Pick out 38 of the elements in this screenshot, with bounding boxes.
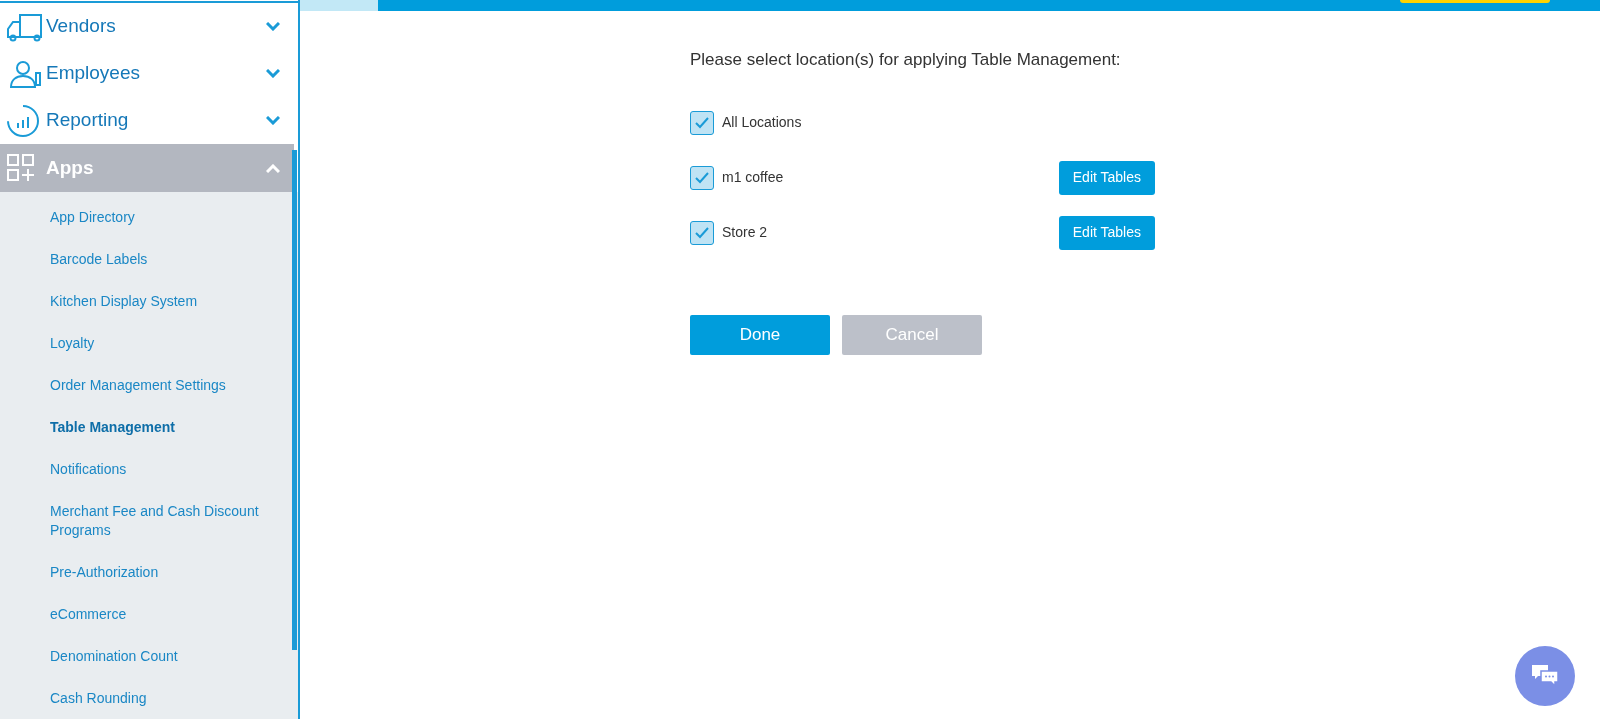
check-icon [695,171,709,184]
nav-item[interactable]: Reporting [0,97,294,144]
chevron-down-icon [266,22,280,31]
subnav-item[interactable]: Cash Rounding [0,677,294,719]
location-label: m1 coffee [722,168,785,187]
location-label: Store 2 [722,223,769,242]
apps-icon [6,153,36,183]
subnav-item[interactable]: Denomination Count [0,635,294,677]
checkbox[interactable] [690,110,714,135]
check-icon [695,226,709,239]
checkbox[interactable] [690,220,714,245]
chevron-up-icon [266,163,280,173]
subnav-item[interactable]: App Directory [0,196,294,238]
edit-tables-button[interactable]: Edit Tables [1058,215,1155,250]
checkbox[interactable] [690,165,714,190]
nav-item[interactable]: Apps [0,144,294,192]
prompt-text: Please select location(s) for applying Table Management: [690,49,1122,71]
subnav-item[interactable]: Kitchen Display System [0,280,294,322]
subnav-item[interactable]: eCommerce [0,593,294,635]
nav-item[interactable]: Employees [0,50,294,97]
subnav-item[interactable]: Loyalty [0,322,294,364]
subnav-item[interactable]: Barcode Labels [0,238,294,280]
subnav-item[interactable]: Notifications [0,448,294,490]
nav-item[interactable]: Vendors [0,3,294,50]
chevron-down-icon [266,69,280,78]
subnav-item[interactable]: Table Management [0,406,294,448]
chart-icon [6,103,40,138]
check-icon [695,116,709,129]
chevron-down-icon [266,116,280,125]
subnav-item[interactable]: Pre-Authorization [0,551,294,593]
done-button[interactable]: Done [690,314,830,355]
edit-tables-button[interactable]: Edit Tables [1058,160,1155,195]
scrollbar[interactable] [292,150,297,650]
location-label: All Locations [722,113,803,132]
subnav-item[interactable]: Order Management Settings [0,364,294,406]
truck-icon [6,11,44,42]
chat-button[interactable] [1515,646,1575,706]
subnav-item[interactable]: Merchant Fee and Cash Discount Programs [0,490,294,551]
